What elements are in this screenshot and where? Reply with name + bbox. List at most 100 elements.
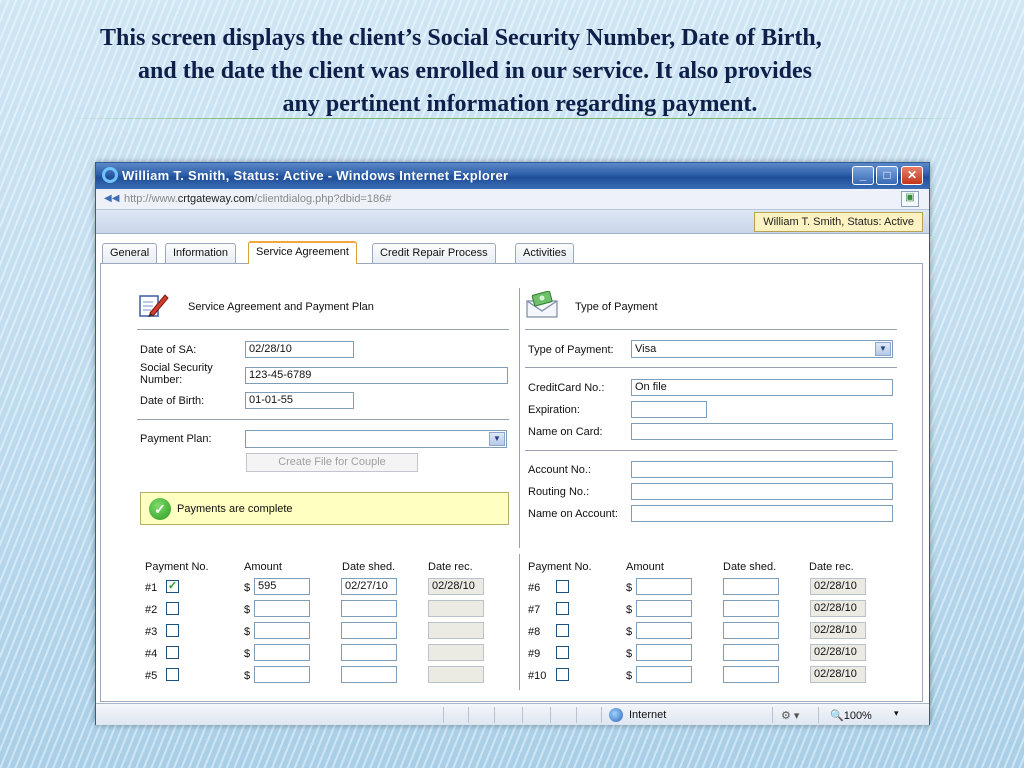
chevron-down-icon[interactable]: ▼: [875, 342, 891, 356]
title-bar[interactable]: William T. Smith, Status: Active - Windo…: [96, 163, 929, 189]
ssn-field[interactable]: 123-45-6789: [245, 367, 508, 384]
zoom-level[interactable]: 🔍100%: [830, 709, 872, 722]
column-header-amount: Amount: [244, 561, 282, 573]
edit-document-icon: [139, 294, 169, 317]
date-shed-field[interactable]: [341, 600, 397, 617]
payment-received-checkbox[interactable]: [556, 624, 569, 637]
internet-explorer-icon: [102, 167, 118, 183]
tab-general[interactable]: General: [102, 243, 158, 263]
date-shed-field[interactable]: [723, 622, 779, 639]
payment-received-checkbox[interactable]: [556, 646, 569, 659]
currency-symbol: $: [626, 626, 633, 638]
create-file-for-couple-button[interactable]: Create File for Couple: [246, 453, 418, 472]
date-rec-field: [428, 600, 484, 617]
date-of-birth-field[interactable]: 01-01-55: [245, 392, 354, 409]
divider: [525, 450, 897, 451]
address-bar[interactable]: ◀◀ http://www.crtgateway.com/clientdialo…: [96, 189, 929, 210]
currency-symbol: $: [626, 604, 633, 616]
checkmark-icon: ✓: [149, 498, 171, 520]
payment-number: #5: [145, 670, 158, 682]
minimize-button[interactable]: _: [852, 166, 874, 185]
amount-field[interactable]: 595: [254, 578, 310, 595]
date-shed-field[interactable]: [723, 644, 779, 661]
date-rec-field: 02/28/10: [810, 578, 866, 595]
amount-field[interactable]: [636, 622, 692, 639]
payments-complete-notice: ✓ Payments are complete: [140, 492, 509, 525]
currency-symbol: $: [626, 648, 633, 660]
amount-field[interactable]: [636, 600, 692, 617]
status-separator: [576, 707, 577, 723]
zoom-value: 100%: [843, 710, 872, 722]
url-prefix: http://www.: [124, 193, 178, 205]
date-shed-field[interactable]: [341, 644, 397, 661]
amount-field[interactable]: [254, 666, 310, 683]
maximize-button[interactable]: □: [876, 166, 898, 185]
name-on-account-field[interactable]: [631, 505, 893, 522]
divider: [137, 419, 509, 420]
tab-information[interactable]: Information: [165, 243, 237, 263]
amount-field[interactable]: [636, 644, 692, 661]
date-shed-field[interactable]: 02/27/10: [341, 578, 397, 595]
currency-symbol: $: [244, 670, 251, 682]
payment-plan-select[interactable]: ▼: [245, 430, 507, 448]
tab-activities[interactable]: Activities: [515, 243, 575, 263]
status-separator: [550, 707, 551, 723]
payment-number: #8: [528, 626, 541, 638]
payment-received-checkbox[interactable]: [556, 602, 569, 615]
zoom-dropdown-icon[interactable]: ▾: [894, 708, 899, 719]
section-divider: [519, 554, 520, 690]
divider: [525, 367, 897, 368]
payment-received-checkbox[interactable]: [166, 646, 179, 659]
tab-service-agreement[interactable]: Service Agreement: [248, 241, 357, 264]
payment-number: #7: [528, 604, 541, 616]
date-shed-field[interactable]: [723, 600, 779, 617]
payment-received-checkbox[interactable]: ✓: [166, 580, 179, 593]
protected-mode-icon[interactable]: ⚙ ▾: [781, 709, 799, 722]
credit-card-field[interactable]: On file: [631, 379, 893, 396]
amount-field[interactable]: [254, 600, 310, 617]
routing-number-field[interactable]: [631, 483, 893, 500]
amount-field[interactable]: [254, 622, 310, 639]
status-separator: [601, 707, 602, 723]
amount-field[interactable]: [254, 644, 310, 661]
slide-heading-line-3: any pertinent information regarding paym…: [282, 91, 758, 117]
slide-heading: This screen displays the client’s Social…: [80, 22, 960, 121]
date-shed-field[interactable]: [341, 666, 397, 683]
payment-number: #4: [145, 648, 158, 660]
date-shed-field[interactable]: [341, 622, 397, 639]
payment-received-checkbox[interactable]: [556, 668, 569, 681]
url-text[interactable]: http://www.crtgateway.com/clientdialog.p…: [124, 193, 391, 205]
date-of-sa-field[interactable]: 02/28/10: [245, 341, 354, 358]
column-header-amount: Amount: [626, 561, 664, 573]
amount-field[interactable]: [636, 578, 692, 595]
name-on-card-field[interactable]: [631, 423, 893, 440]
amount-field[interactable]: [636, 666, 692, 683]
expiration-field[interactable]: [631, 401, 707, 418]
account-number-label: Account No.:: [528, 464, 591, 476]
close-button[interactable]: ✕: [901, 166, 923, 185]
column-header-payment-no: Payment No.: [145, 561, 209, 573]
security-zone-label: Internet: [629, 709, 667, 721]
slide-heading-line-2: and the date the client was enrolled in …: [138, 58, 812, 84]
ssn-label-line-1: Social Security: [140, 362, 213, 374]
payment-received-checkbox[interactable]: [166, 668, 179, 681]
chevron-down-icon[interactable]: ▼: [489, 432, 505, 446]
date-shed-field[interactable]: [723, 578, 779, 595]
payment-received-checkbox[interactable]: [166, 602, 179, 615]
browser-window: William T. Smith, Status: Active - Windo…: [95, 162, 930, 725]
client-status-badge: William T. Smith, Status: Active: [754, 212, 923, 232]
payment-received-checkbox[interactable]: [166, 624, 179, 637]
date-rec-field: [428, 644, 484, 661]
type-of-payment-select[interactable]: Visa ▼: [631, 340, 893, 358]
routing-number-label: Routing No.:: [528, 486, 590, 498]
page-icon[interactable]: ▣: [901, 191, 919, 207]
type-of-payment-label: Type of Payment:: [528, 344, 614, 356]
payment-number: #10: [528, 670, 547, 682]
date-shed-field[interactable]: [723, 666, 779, 683]
tab-credit-repair-process[interactable]: Credit Repair Process: [372, 243, 496, 263]
credit-card-label: CreditCard No.:: [528, 382, 605, 394]
payment-received-checkbox[interactable]: [556, 580, 569, 593]
connection-icon: ◀◀: [104, 193, 120, 204]
account-number-field[interactable]: [631, 461, 893, 478]
date-rec-field: 02/28/10: [810, 666, 866, 683]
